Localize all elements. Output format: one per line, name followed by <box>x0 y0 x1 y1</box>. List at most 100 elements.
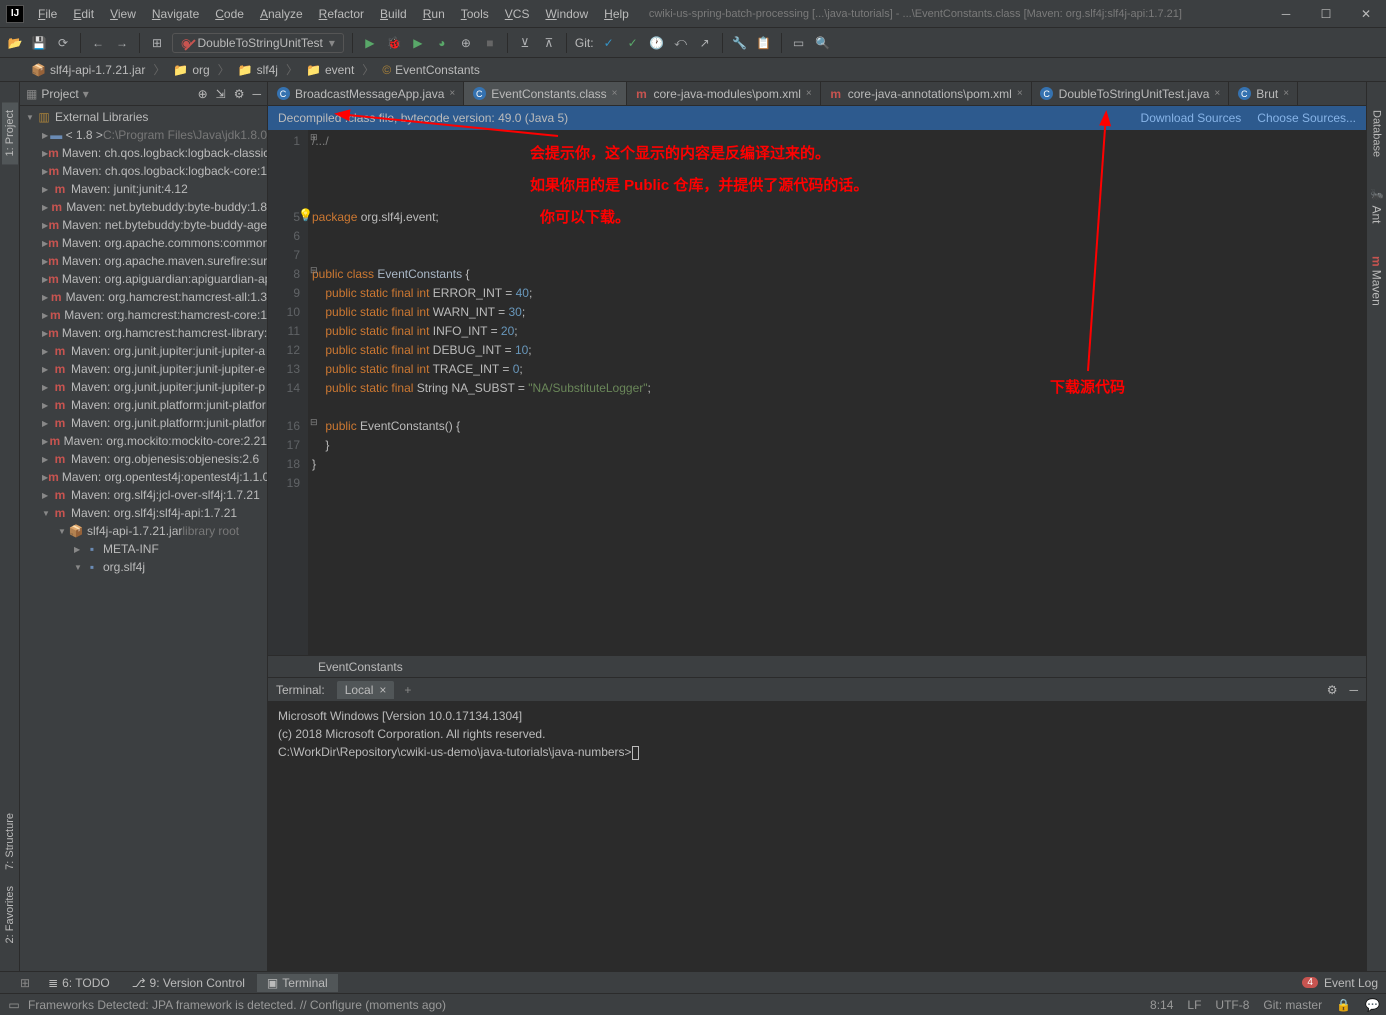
menu-file[interactable]: File <box>30 3 65 25</box>
editor-tab[interactable]: CBroadcastMessageApp.java× <box>268 82 464 105</box>
sync-icon[interactable]: ⟳ <box>54 34 72 52</box>
maximize-button[interactable]: ☐ <box>1306 0 1346 28</box>
editor-tab[interactable]: CBrut× <box>1229 82 1298 105</box>
locate-icon[interactable]: ⊕ <box>198 87 208 101</box>
git-history-icon[interactable]: 🕐 <box>648 34 666 52</box>
git-pull-icon[interactable]: ✓ <box>600 34 618 52</box>
coverage-icon[interactable]: ▶ <box>409 34 427 52</box>
tool-structure[interactable]: 7: Structure <box>2 805 18 878</box>
search-icon[interactable]: 🔍 <box>814 34 832 52</box>
settings-icon[interactable]: 🔧 <box>731 34 749 52</box>
menu-build[interactable]: Build <box>372 3 415 25</box>
tree-row[interactable]: ▶mMaven: junit:junit:4.12 <box>20 180 267 198</box>
breadcrumb-item[interactable]: 📁event <box>300 61 360 79</box>
tree-row[interactable]: ▶mMaven: org.junit.jupiter:junit-jupiter… <box>20 378 267 396</box>
run-config-dropdown[interactable]: ◉ DoubleToStringUnitTest ▾ <box>172 33 344 53</box>
tree-row[interactable]: ▶▪META-INF <box>20 540 267 558</box>
gear-icon[interactable]: ⚙ <box>1327 683 1338 697</box>
project-structure-icon[interactable]: 📋 <box>755 34 773 52</box>
menu-window[interactable]: Window <box>537 3 596 25</box>
terminal-body[interactable]: Microsoft Windows [Version 10.0.17134.13… <box>268 702 1366 971</box>
tree-row[interactable]: ▶mMaven: ch.qos.logback:logback-core:1 <box>20 162 267 180</box>
close-icon[interactable]: × <box>1017 88 1023 99</box>
close-icon[interactable]: × <box>379 683 386 697</box>
tree-row[interactable]: ▶mMaven: org.slf4j:jcl-over-slf4j:1.7.21 <box>20 486 267 504</box>
editor-tab[interactable]: CEventConstants.class× <box>464 82 626 105</box>
menu-edit[interactable]: Edit <box>65 3 102 25</box>
line-ending[interactable]: LF <box>1187 998 1201 1012</box>
tree-row[interactable]: ▼📦slf4j-api-1.7.21.jar library root <box>20 522 267 540</box>
debug-icon[interactable]: 🐞 <box>385 34 403 52</box>
close-icon[interactable]: × <box>449 88 455 99</box>
menu-refactor[interactable]: Refactor <box>311 3 372 25</box>
tree-row[interactable]: ▼▪org.slf4j <box>20 558 267 576</box>
tree-row[interactable]: ▼mMaven: org.slf4j:slf4j-api:1.7.21 <box>20 504 267 522</box>
event-log-button[interactable]: Event Log <box>1324 976 1378 990</box>
tree-row[interactable]: ▶mMaven: org.objenesis:objenesis:2.6 <box>20 450 267 468</box>
menu-help[interactable]: Help <box>596 3 637 25</box>
tree-row[interactable]: ▶mMaven: org.junit.jupiter:junit-jupiter… <box>20 342 267 360</box>
menu-vcs[interactable]: VCS <box>497 3 538 25</box>
tree-row[interactable]: ▶mMaven: org.hamcrest:hamcrest-library: <box>20 324 267 342</box>
attach-icon[interactable]: ⊕ <box>457 34 475 52</box>
project-tree[interactable]: ▼▥External Libraries▶▬< 1.8 > C:\Program… <box>20 106 267 971</box>
tree-row[interactable]: ▶mMaven: org.junit.platform:junit-platfo… <box>20 414 267 432</box>
git-push-icon[interactable]: ↗ <box>696 34 714 52</box>
expand-icon[interactable]: ⇲ <box>216 87 226 101</box>
tool-todo[interactable]: ≣6: TODO <box>38 974 120 992</box>
editor-breadcrumb[interactable]: EventConstants <box>268 655 1366 677</box>
tree-row[interactable]: ▶mMaven: org.apiguardian:apiguardian-ap <box>20 270 267 288</box>
tree-row[interactable]: ▼▥External Libraries <box>20 108 267 126</box>
menu-analyze[interactable]: Analyze <box>252 3 311 25</box>
intention-bulb-icon[interactable]: 💡 <box>298 208 313 222</box>
save-icon[interactable]: 💾 <box>30 34 48 52</box>
tool-project[interactable]: 1: Project <box>2 102 18 164</box>
add-config-icon[interactable]: ⊞ <box>148 34 166 52</box>
profile-icon[interactable]: ◕ <box>433 34 451 52</box>
gear-icon[interactable]: ⚙ <box>234 87 245 101</box>
cursor-pos[interactable]: 8:14 <box>1150 998 1173 1012</box>
run-icon[interactable]: ▶ <box>361 34 379 52</box>
tool-vcs[interactable]: ⎇9: Version Control <box>122 974 255 992</box>
tree-row[interactable]: ▶mMaven: ch.qos.logback:logback-classic <box>20 144 267 162</box>
tree-row[interactable]: ▶mMaven: net.bytebuddy:byte-buddy:1.8 <box>20 198 267 216</box>
close-icon[interactable]: × <box>1214 88 1220 99</box>
close-icon[interactable]: × <box>1283 88 1289 99</box>
code-editor[interactable]: 1 567891011121314 16171819 /.../ package… <box>268 130 1366 655</box>
notify-icon[interactable]: 💬 <box>1365 998 1380 1012</box>
download-sources-link[interactable]: Download Sources <box>1141 111 1242 125</box>
fold-icon[interactable]: ⊞ <box>310 132 318 143</box>
choose-sources-link[interactable]: Choose Sources... <box>1257 111 1356 125</box>
breadcrumb-item[interactable]: 📦slf4j-api-1.7.21.jar <box>25 61 151 79</box>
editor-tab[interactable]: CDoubleToStringUnitTest.java× <box>1032 82 1230 105</box>
tool-database[interactable]: Database <box>1369 102 1385 165</box>
vcs-commit-icon[interactable]: ⊼ <box>540 34 558 52</box>
menu-navigate[interactable]: Navigate <box>144 3 207 25</box>
breadcrumb-item[interactable]: ©EventConstants <box>376 61 486 79</box>
forward-icon[interactable]: → <box>113 34 131 52</box>
editor-tab[interactable]: mcore-java-modules\pom.xml× <box>627 82 821 105</box>
tool-maven[interactable]: m Maven <box>1368 248 1386 314</box>
back-icon[interactable]: ← <box>89 34 107 52</box>
editor-tab[interactable]: mcore-java-annotations\pom.xml× <box>821 82 1032 105</box>
tool-favorites[interactable]: 2: Favorites <box>2 878 18 951</box>
tree-row[interactable]: ▶mMaven: org.junit.jupiter:junit-jupiter… <box>20 360 267 378</box>
window-icon[interactable]: ▭ <box>790 34 808 52</box>
breadcrumb-item[interactable]: 📁slf4j <box>232 61 284 79</box>
lock-icon[interactable]: 🔒 <box>1336 998 1351 1012</box>
stop-icon[interactable]: ■ <box>481 34 499 52</box>
hide-icon[interactable]: ─ <box>1349 683 1358 697</box>
tree-row[interactable]: ▶mMaven: org.junit.platform:junit-platfo… <box>20 396 267 414</box>
breadcrumb-item[interactable]: 📁org <box>167 61 215 79</box>
menu-code[interactable]: Code <box>207 3 252 25</box>
tree-row[interactable]: ▶mMaven: org.hamcrest:hamcrest-all:1.3 <box>20 288 267 306</box>
status-icon[interactable]: ▭ <box>6 999 22 1011</box>
fold-icon[interactable]: ⊟ <box>310 417 318 428</box>
tree-row[interactable]: ▶▬< 1.8 > C:\Program Files\Java\jdk1.8.0 <box>20 126 267 144</box>
close-icon[interactable]: × <box>806 88 812 99</box>
tool-terminal[interactable]: ▣Terminal <box>257 974 338 992</box>
menu-run[interactable]: Run <box>415 3 453 25</box>
minimize-button[interactable]: ─ <box>1266 0 1306 28</box>
menu-view[interactable]: View <box>102 3 144 25</box>
add-terminal-icon[interactable]: + <box>404 683 411 697</box>
